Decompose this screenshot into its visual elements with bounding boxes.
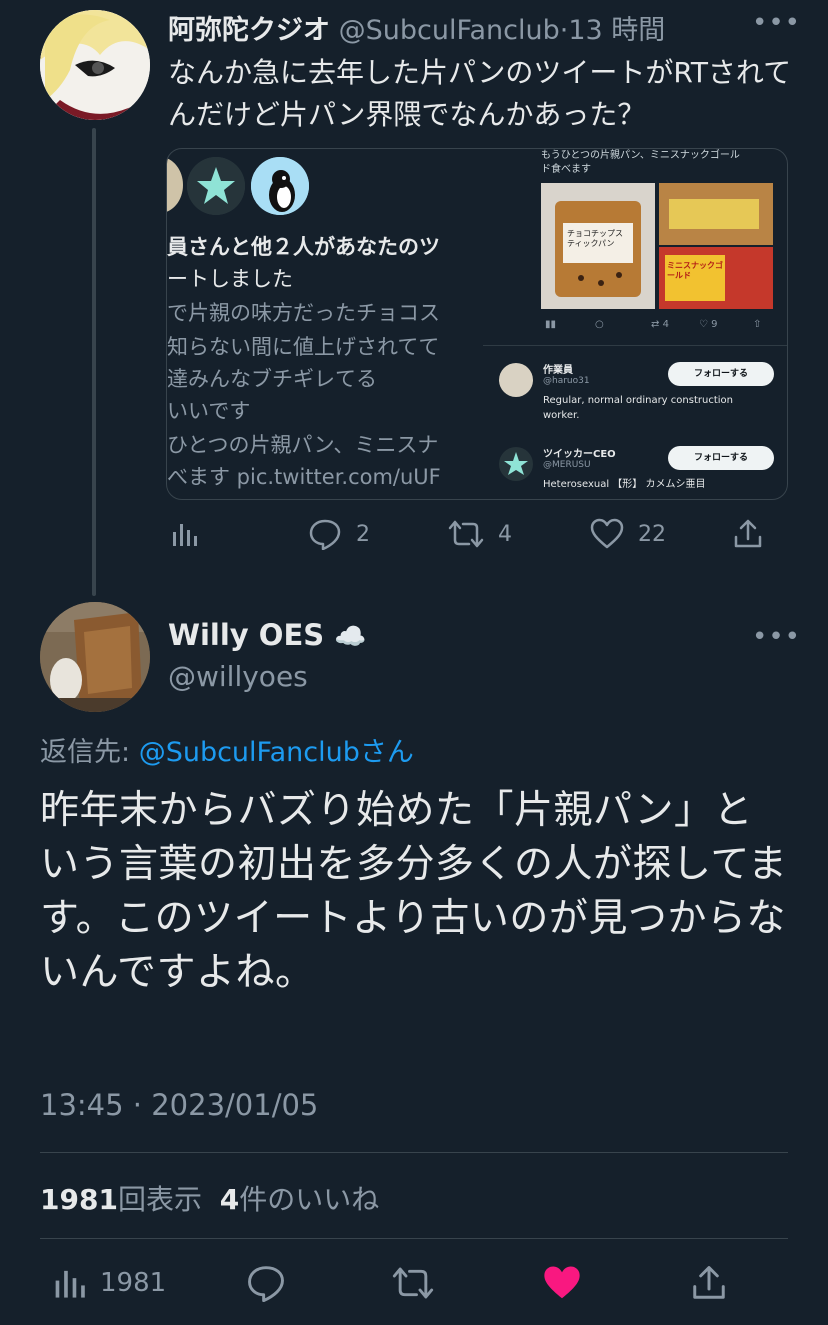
reply-reply-button[interactable] — [246, 1264, 286, 1302]
mini-reply-icon: ○ — [595, 319, 604, 330]
account-avatar-1 — [499, 363, 533, 397]
account-bio-1: Regular, normal ordinary construction wo… — [543, 395, 733, 421]
reply-more-button[interactable]: ••• — [752, 622, 801, 652]
embedded-caption: もうひとつの片親パン、ミニスナックゴールド食べます — [541, 150, 740, 175]
embedded-line-4: 知らない間に値上げされてて — [167, 335, 440, 359]
stats-divider-top — [40, 1152, 788, 1153]
cropped-avatar — [167, 157, 183, 213]
reply-views-button[interactable]: 1981 — [52, 1266, 166, 1300]
stats-divider-bottom — [40, 1238, 788, 1239]
parent-retweet-count: 4 — [498, 521, 512, 547]
penguin-avatar — [251, 157, 309, 215]
ceo-avatar-large — [187, 157, 245, 215]
account-bio-2: Heterosexual 【形】 カメムシ亜目 — [543, 479, 706, 490]
bread-label-2: ミニスナックゴールド — [667, 261, 723, 280]
embedded-right-panel: もうひとつの片親パン、ミニスナックゴールド食べます チョコチップスティックパン … — [483, 149, 787, 499]
likes-count[interactable]: 4 — [220, 1183, 239, 1216]
parent-avatar[interactable] — [40, 10, 150, 120]
parent-like-count: 22 — [638, 521, 666, 547]
mini-like: ♡ 9 — [699, 319, 718, 330]
mini-like-count: 9 — [711, 319, 718, 330]
parent-like-button[interactable]: 22 — [590, 518, 666, 550]
reply-tweet-text: 昨年末からバズり始めた「片親パン」という言葉の初出を多分多くの人が探してます。こ… — [40, 788, 788, 995]
reply-to-handle-link[interactable]: @SubculFanclub — [139, 737, 360, 768]
parent-time[interactable]: 13 時間 — [568, 15, 665, 46]
bread-photo-1: チョコチップスティックパン — [541, 183, 655, 309]
account-name-1: 作業員 — [543, 365, 573, 376]
account-follow-button-1: フォローする — [668, 362, 774, 386]
parent-retweet-button[interactable]: 4 — [448, 518, 512, 550]
share-icon — [734, 519, 762, 548]
bread-photo-3: ミニスナックゴールド — [659, 247, 773, 309]
embedded-image[interactable]: 員さんと他２人があなたのツ ートしました で片親の味方だったチョコス 知らない間… — [166, 148, 788, 500]
cloud-emoji-icon: ☁️ — [334, 622, 367, 652]
reply-timestamp[interactable]: 13:45 · 2023/01/05 — [40, 1088, 318, 1122]
embedded-line-1: 員さんと他２人があなたのツ — [167, 235, 440, 259]
reply-icon — [248, 1266, 284, 1302]
views-icon — [55, 1270, 85, 1298]
thread-line — [92, 128, 96, 596]
embedded-line-5: 達みんなブチギレてる — [167, 367, 377, 391]
account-handle-1: @haruo31 — [543, 376, 590, 386]
parent-reply-button[interactable]: 2 — [308, 518, 370, 550]
retweet-icon — [448, 520, 484, 548]
share-icon — [693, 1266, 725, 1299]
mini-retweet: ⇄ 4 — [651, 319, 669, 330]
bottom-views-count: 1981 — [100, 1268, 167, 1298]
heart-icon — [590, 518, 624, 549]
account-handle-2: @MERUSU — [543, 460, 591, 470]
parent-tweet-text: なんか急に去年した片パンのツイートがRTされてんだけど片パン界隈でなんかあった？ — [168, 56, 792, 131]
reply-handle[interactable]: @willyoes — [168, 660, 308, 693]
parent-share-button[interactable] — [732, 518, 764, 550]
account-name-2: ツイッカーCEO — [543, 449, 616, 460]
parent-reply-count: 2 — [356, 521, 370, 547]
parent-views-button[interactable] — [170, 520, 198, 548]
reply-share-button[interactable] — [690, 1264, 728, 1302]
account-follow-button-2: フォローする — [668, 446, 774, 470]
embedded-line-2: ートしました — [167, 267, 293, 291]
bread-label-1: チョコチップスティックパン — [567, 229, 623, 248]
embedded-line-6: いいです — [167, 399, 251, 423]
panel-divider — [483, 345, 787, 346]
reply-display-name-text: Willy OES — [168, 618, 325, 652]
reply-icon — [309, 519, 341, 550]
reply-retweet-button[interactable] — [392, 1264, 434, 1302]
parent-display-name[interactable]: 阿弥陀クジオ — [168, 15, 330, 46]
heart-filled-icon — [544, 1266, 580, 1299]
views-label: 回表示 — [117, 1183, 202, 1216]
reply-stats: 1981回表示 4件のいいね — [40, 1178, 379, 1218]
reply-display-name[interactable]: Willy OES ☁️ — [168, 618, 367, 652]
retweet-icon — [392, 1267, 434, 1299]
mini-views-icon: ▮▮ — [545, 319, 557, 330]
views-count[interactable]: 1981 — [40, 1183, 118, 1216]
bread-photo-2 — [659, 183, 773, 245]
parent-more-button[interactable]: ••• — [752, 8, 801, 38]
mini-share-icon: ⇧ — [753, 319, 762, 330]
reply-to-suffix: さん — [359, 737, 414, 768]
parent-handle[interactable]: @SubculFanclub — [339, 15, 560, 46]
views-icon — [173, 524, 197, 546]
reply-like-button[interactable] — [542, 1264, 582, 1302]
likes-label[interactable]: 件のいいね — [239, 1183, 379, 1216]
embedded-line-8: べます pic.twitter.com/uUF — [167, 465, 441, 489]
account-avatar-2 — [499, 447, 533, 481]
embedded-line-7: ひとつの片親パン、ミニスナ — [167, 433, 439, 457]
parent-header: 阿弥陀クジオ @SubculFanclub·13 時間 — [168, 8, 665, 47]
embedded-line-3: で片親の味方だったチョコス — [167, 301, 440, 325]
reply-to-line: 返信先: @SubculFanclubさん — [40, 730, 414, 769]
mini-retweet-count: 4 — [662, 319, 669, 330]
reply-avatar[interactable] — [40, 602, 150, 712]
reply-to-prefix: 返信先: — [40, 737, 139, 768]
